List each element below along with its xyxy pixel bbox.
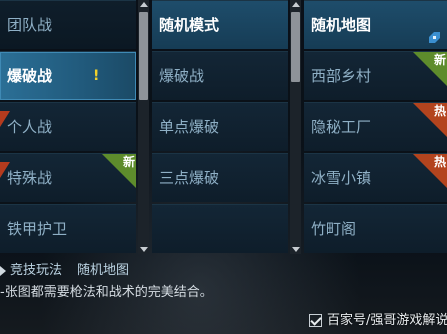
map-item-label: 竹町阁 <box>311 220 357 238</box>
map-item-hidden-factory[interactable]: 隐秘工厂 热 <box>304 102 447 151</box>
map-item-western-village[interactable]: 西部乡村 新 <box>304 51 447 100</box>
map-header-label: 随机地图 <box>311 16 372 34</box>
watermark-text: 百家号/强哥游戏解说 <box>327 313 447 328</box>
submode-list-scrollbar[interactable] <box>290 0 301 254</box>
submode-header-label: 随机模式 <box>159 16 220 34</box>
mode-item-label: 爆破战 <box>7 67 53 85</box>
map-item-bamboo-pavilion[interactable]: 竹町阁 <box>304 204 447 253</box>
mode-item-special[interactable]: 特殊战 新 <box>0 153 136 202</box>
map-item-label: 冰雪小镇 <box>311 169 372 187</box>
map-type-icon <box>429 32 440 43</box>
mode-item-team[interactable]: 团队战 <box>0 0 136 49</box>
mode-item-armor[interactable]: 铁甲护卫 <box>0 204 136 253</box>
submode-item-label: 单点爆破 <box>159 118 220 136</box>
submode-header[interactable]: 随机模式 <box>152 0 288 49</box>
map-list: 随机地图 西部乡村 新 隐秘工厂 热 冰雪小镇 热 竹町阁 <box>304 0 447 254</box>
selected-map-label: 随机地图 <box>77 263 130 278</box>
selection-summary: 竞技玩法 随机地图 <box>0 262 447 280</box>
scroll-up-arrow-icon[interactable] <box>140 2 148 7</box>
map-item-snow-town[interactable]: 冰雪小镇 热 <box>304 153 447 202</box>
map-item-label: 西部乡村 <box>311 67 372 85</box>
submode-item-single-point[interactable]: 单点爆破 <box>152 102 288 151</box>
map-item-label: 隐秘工厂 <box>311 118 372 136</box>
hot-badge-label: 热 <box>433 104 446 118</box>
watermark-check-icon <box>309 314 322 327</box>
play-arrow-icon <box>0 266 6 276</box>
new-badge-label: 新 <box>433 53 446 67</box>
hot-badge-label: 热 <box>433 155 446 169</box>
submode-item-label: 爆破战 <box>159 67 205 85</box>
submode-item-three-point[interactable]: 三点爆破 <box>152 153 288 202</box>
map-header[interactable]: 随机地图 <box>304 0 447 49</box>
new-badge-label: 新 <box>122 155 135 169</box>
submode-item-label: 三点爆破 <box>159 169 220 187</box>
mode-list-scrollbar[interactable] <box>138 0 149 254</box>
scroll-up-arrow-icon[interactable] <box>292 2 300 7</box>
mode-item-solo[interactable]: 个人战 <box>0 102 136 151</box>
submode-list: 随机模式 爆破战 单点爆破 三点爆破 <box>152 0 288 254</box>
selected-mode-label: 竞技玩法 <box>10 263 63 278</box>
mode-item-label: 个人战 <box>7 118 53 136</box>
scroll-down-arrow-icon[interactable] <box>140 247 148 252</box>
exclamation-icon: ! <box>93 68 100 84</box>
submode-item-empty[interactable] <box>152 204 288 253</box>
scroll-down-arrow-icon[interactable] <box>292 247 300 252</box>
mode-category-list: 团队战 爆破战 ! 个人战 特殊战 新 铁甲护卫 <box>0 0 136 254</box>
mode-description: -张图都需要枪法和战术的完美结合。 <box>0 285 213 300</box>
submode-item-demolition[interactable]: 爆破战 <box>152 51 288 100</box>
mode-item-label: 特殊战 <box>7 169 53 187</box>
mode-item-label: 铁甲护卫 <box>7 220 68 238</box>
scroll-thumb[interactable] <box>291 12 300 82</box>
mode-item-demolition[interactable]: 爆破战 ! <box>0 51 136 100</box>
scroll-thumb[interactable] <box>139 12 148 100</box>
mode-item-label: 团队战 <box>7 16 53 34</box>
